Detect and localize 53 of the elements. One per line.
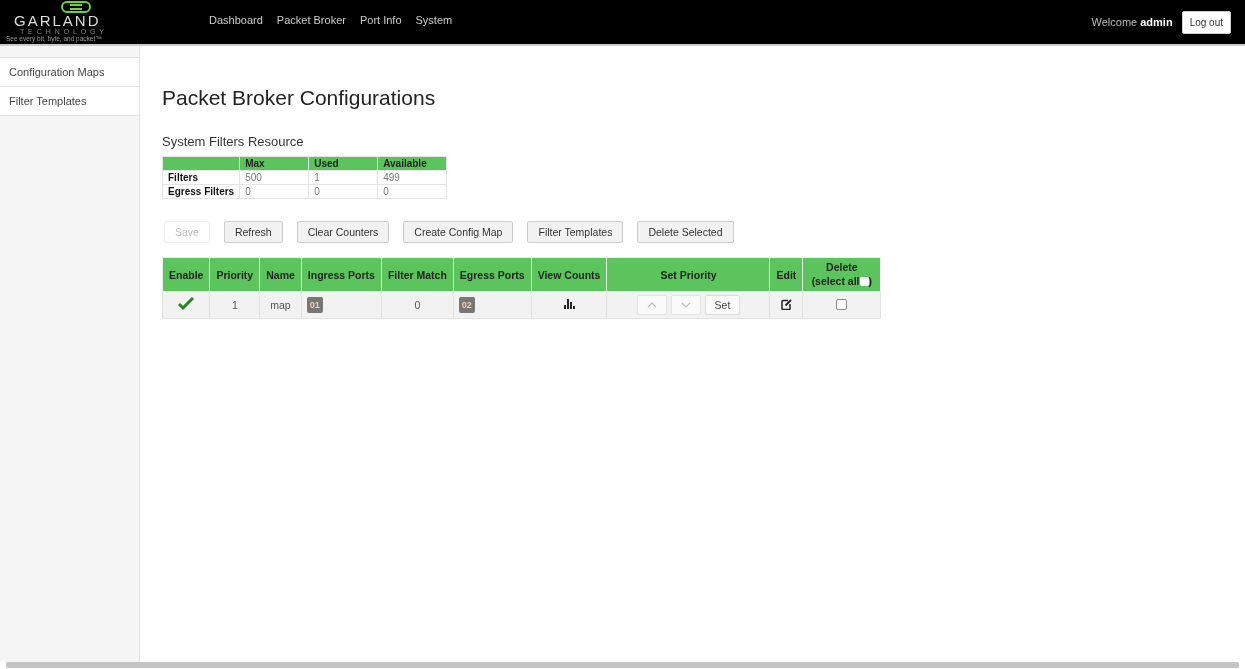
bar-chart-icon[interactable] bbox=[563, 299, 575, 309]
chevron-down-icon bbox=[680, 302, 691, 308]
column-header: Filter Match bbox=[381, 257, 454, 292]
table-cell: 499 bbox=[377, 170, 447, 185]
toolbar-button[interactable]: Clear Counters bbox=[296, 221, 390, 243]
column-header: View Counts bbox=[531, 257, 607, 292]
row-label: Filters bbox=[162, 170, 240, 185]
toolbar-button[interactable]: Delete Selected bbox=[637, 221, 734, 243]
column-header: Edit bbox=[769, 257, 803, 292]
welcome-text: Welcome admin bbox=[1091, 16, 1173, 28]
toolbar-button[interactable]: Create Config Map bbox=[403, 221, 514, 243]
paren-text: ) bbox=[868, 274, 872, 287]
table-cell: 1 bbox=[308, 170, 378, 185]
column-header: Priority bbox=[209, 257, 260, 292]
move-up-button[interactable] bbox=[636, 295, 667, 315]
port-badge: 01 bbox=[306, 297, 323, 313]
move-down-button[interactable] bbox=[670, 295, 701, 315]
select-all-label: (select all bbox=[811, 274, 860, 287]
table-cell: 500 bbox=[239, 170, 309, 185]
toolbar-button[interactable]: Filter Templates bbox=[527, 221, 624, 243]
row-checkbox[interactable] bbox=[836, 298, 848, 310]
chevron-up-icon bbox=[646, 302, 657, 308]
nav-link[interactable]: Packet Broker bbox=[276, 14, 346, 26]
column-header: Available bbox=[377, 156, 447, 171]
delete-label: Delete bbox=[826, 260, 858, 273]
sidebar-item[interactable]: Configuration Maps bbox=[0, 57, 139, 87]
set-button[interactable]: Set bbox=[704, 295, 741, 315]
column-header: Ingress Ports bbox=[301, 257, 382, 292]
column-header: Egress Ports bbox=[453, 257, 532, 292]
edit-icon[interactable] bbox=[780, 298, 792, 310]
logo-name: GARLAND bbox=[14, 13, 101, 29]
column-header: Set Priority bbox=[606, 257, 770, 292]
table-cell: 0 bbox=[377, 184, 447, 199]
sidebar-item[interactable]: Filter Templates bbox=[0, 86, 139, 116]
nav-link[interactable]: System bbox=[415, 14, 453, 26]
row-label: Egress Filters bbox=[162, 184, 240, 199]
logout-button[interactable]: Log out bbox=[1181, 10, 1231, 34]
column-header: Used bbox=[308, 156, 378, 171]
section-title: System Filters Resource bbox=[162, 134, 305, 149]
nav-link[interactable]: Dashboard bbox=[209, 14, 263, 26]
column-header: Enable bbox=[162, 257, 210, 292]
logo-icon bbox=[61, 1, 91, 14]
table-cell: 0 bbox=[381, 291, 454, 319]
table-cell: 0 bbox=[308, 184, 378, 199]
horizontal-scrollbar[interactable] bbox=[6, 662, 1239, 668]
page-title: Packet Broker Configurations bbox=[162, 86, 437, 110]
port-badge: 02 bbox=[458, 297, 475, 313]
column-header: Name bbox=[259, 257, 302, 292]
select-all-checkbox[interactable] bbox=[859, 277, 869, 287]
column-header: Max bbox=[239, 156, 309, 171]
table-cell: 0 bbox=[239, 184, 309, 199]
nav-link[interactable]: Port Info bbox=[359, 14, 402, 26]
toolbar-button[interactable]: Refresh bbox=[223, 221, 283, 243]
